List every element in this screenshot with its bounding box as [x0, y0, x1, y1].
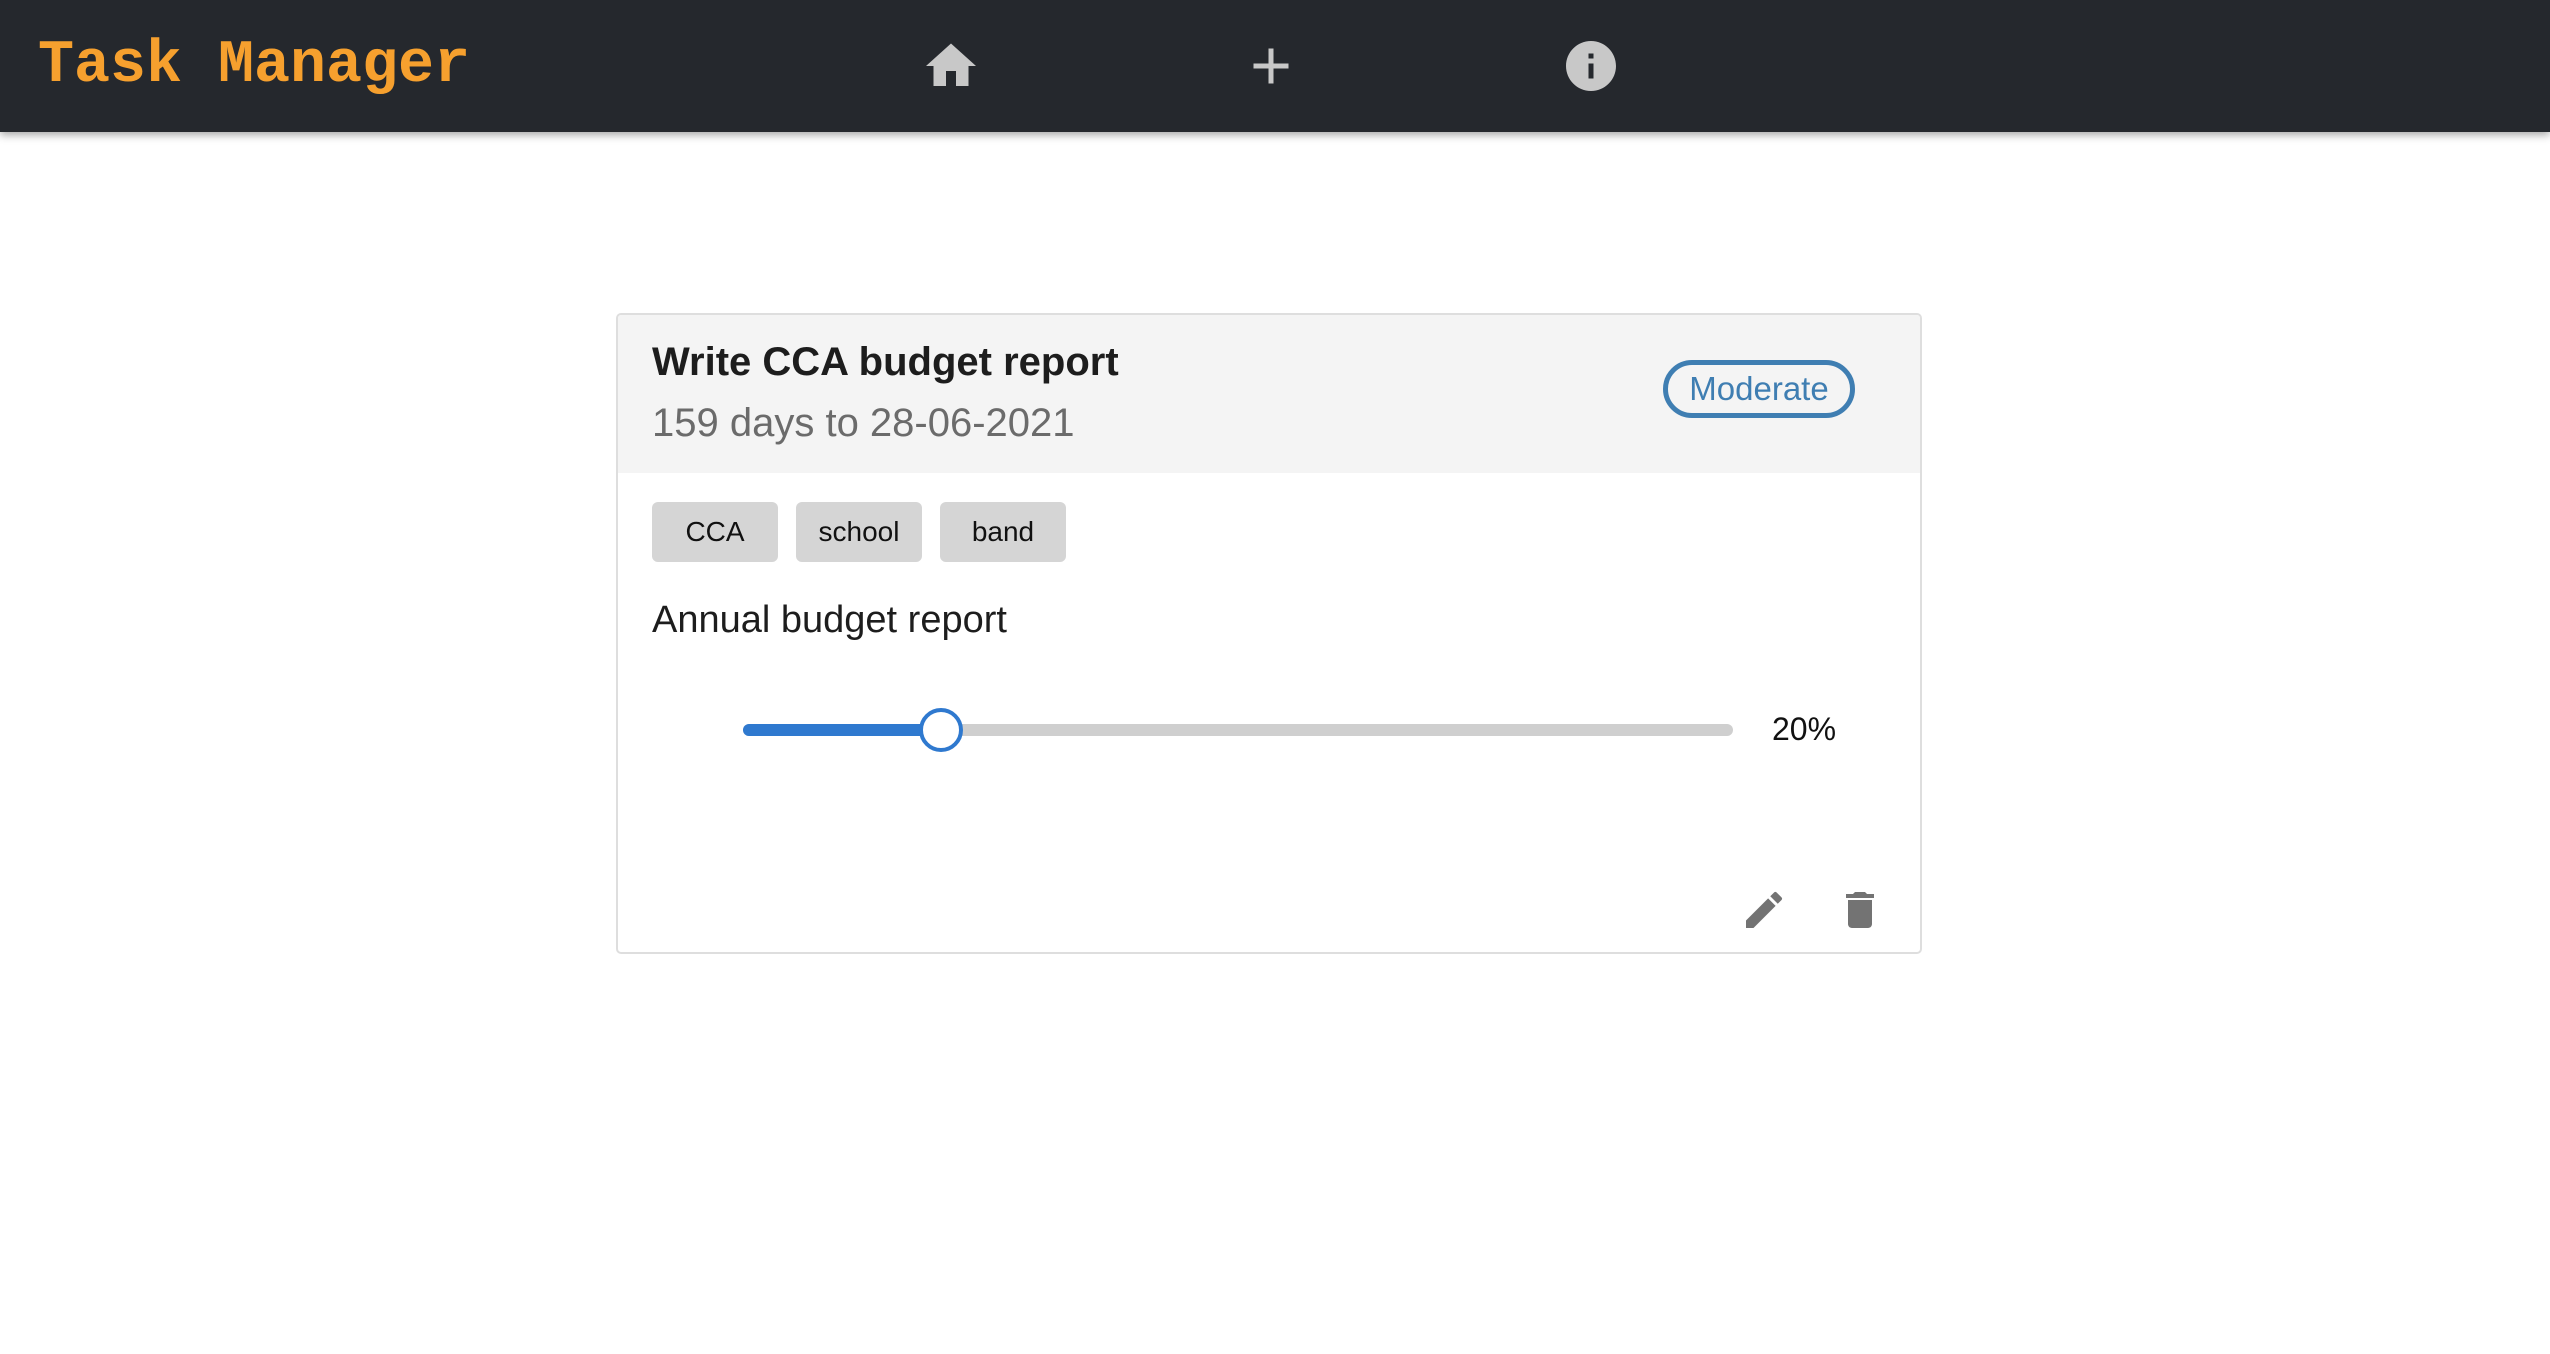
progress-value: 20%	[1772, 711, 1837, 747]
trash-icon[interactable]	[1836, 886, 1884, 934]
progress-slider-thumb[interactable]	[919, 708, 963, 752]
progress-slider[interactable]	[743, 708, 1733, 752]
info-icon[interactable]	[1561, 36, 1621, 96]
app-title[interactable]: Task Manager	[38, 32, 470, 100]
task-card-header: Write CCA budget report 159 days to 28-0…	[618, 315, 1920, 473]
edit-icon[interactable]	[1740, 886, 1788, 934]
tag-chip[interactable]: CCA	[652, 502, 778, 562]
task-description: Annual budget report	[652, 599, 1007, 641]
task-title: Write CCA budget report	[652, 340, 1119, 384]
priority-badge: Moderate	[1663, 360, 1855, 418]
tag-chip[interactable]: school	[796, 502, 922, 562]
plus-icon[interactable]	[1241, 36, 1301, 96]
tag-chip[interactable]: band	[940, 502, 1066, 562]
navbar: Task Manager	[0, 0, 2550, 132]
home-icon[interactable]	[921, 36, 981, 96]
progress-slider-fill	[743, 724, 941, 736]
task-due-date: 159 days to 28-06-2021	[652, 401, 1075, 445]
task-card: Write CCA budget report 159 days to 28-0…	[616, 313, 1922, 954]
